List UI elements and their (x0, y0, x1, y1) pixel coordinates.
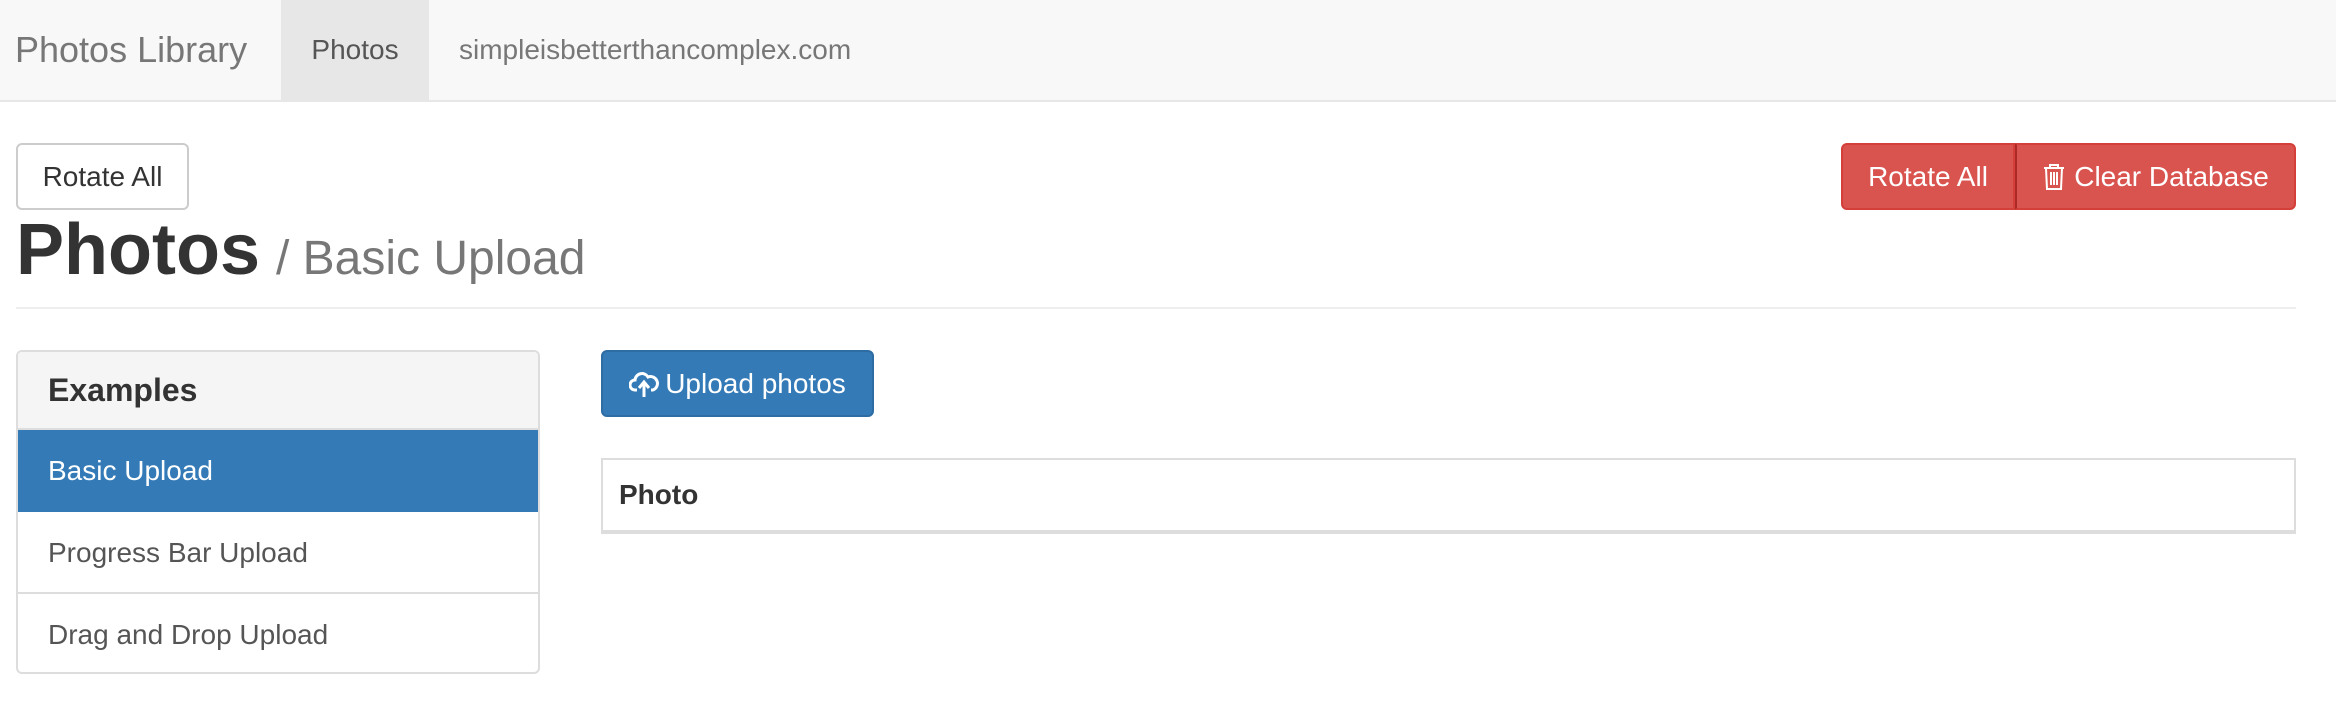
rotate-all-button[interactable]: Rotate All (16, 143, 189, 210)
navbar: Photos Library Photos simpleisbetterthan… (0, 0, 2336, 102)
photo-table: Photo (601, 458, 2296, 534)
page-title-text: Photos (16, 210, 260, 290)
rotate-all-danger-button[interactable]: Rotate All (1841, 143, 2015, 210)
sidebar-item-basic-upload[interactable]: Basic Upload (18, 430, 538, 512)
sidebar-item-progress-bar-upload[interactable]: Progress Bar Upload (18, 512, 538, 594)
clear-database-label: Clear Database (2074, 160, 2269, 192)
nav-item-site-link[interactable]: simpleisbetterthancomplex.com (459, 0, 851, 100)
clear-database-button[interactable]: Clear Database (2015, 143, 2296, 210)
navbar-brand[interactable]: Photos Library (15, 0, 247, 100)
examples-heading: Examples (18, 352, 538, 430)
trash-icon (2044, 163, 2065, 190)
table-header-photo: Photo (619, 479, 699, 510)
page-subtitle: / Basic Upload (275, 232, 586, 285)
upload-photos-label: Upload photos (665, 367, 846, 399)
nav-item-photos[interactable]: Photos (281, 0, 429, 100)
examples-panel: Examples Basic Upload Progress Bar Uploa… (16, 350, 540, 674)
title-divider (16, 307, 2296, 309)
upload-photos-button[interactable]: Upload photos (601, 350, 874, 417)
cloud-upload-icon (629, 371, 660, 397)
page-title: Photos / Basic Upload (16, 210, 585, 299)
sidebar-item-drag-and-drop-upload[interactable]: Drag and Drop Upload (18, 594, 538, 672)
